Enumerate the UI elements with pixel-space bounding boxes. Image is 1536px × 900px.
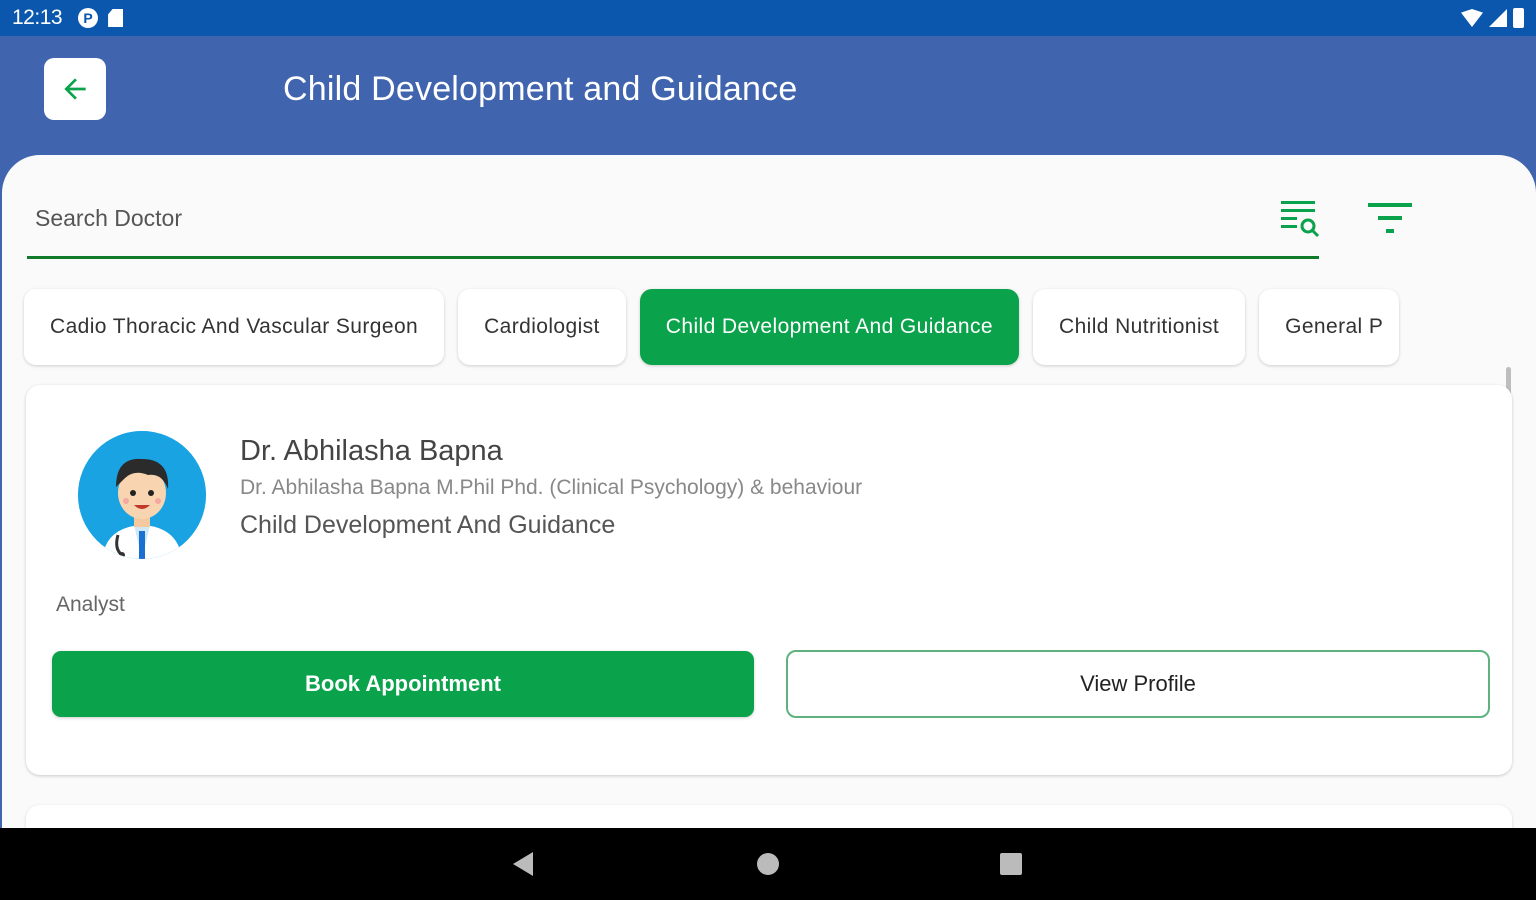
- nav-home-icon[interactable]: [757, 853, 779, 875]
- content-panel: Cadio Thoracic And Vascular Surgeon Card…: [2, 155, 1536, 828]
- nav-recents-icon[interactable]: [1000, 853, 1022, 875]
- battery-icon: [1513, 8, 1524, 28]
- p-icon: P: [78, 8, 99, 28]
- arrow-left-icon: [64, 78, 86, 100]
- doctor-card: Dr. Abhilasha Bapna Dr. Abhilasha Bapna …: [26, 385, 1512, 775]
- nav-back-icon[interactable]: [513, 852, 533, 876]
- chip-cadio-thoracic[interactable]: Cadio Thoracic And Vascular Surgeon: [24, 289, 445, 365]
- doctor-name: Dr. Abhilasha Bapna: [240, 435, 503, 467]
- chip-child-nutritionist[interactable]: Child Nutritionist: [1033, 289, 1246, 365]
- avatar: [78, 431, 206, 559]
- doctor-role: Analyst: [56, 593, 125, 616]
- doctor-specialty: Child Development And Guidance: [240, 511, 616, 539]
- chip-cardiologist[interactable]: Cardiologist: [458, 289, 626, 365]
- search-list-icon[interactable]: [1281, 199, 1321, 239]
- doctor-avatar-icon: [78, 431, 206, 559]
- chip-general[interactable]: General P: [1259, 289, 1400, 365]
- back-button[interactable]: [44, 58, 106, 120]
- view-profile-button[interactable]: View Profile: [786, 650, 1490, 718]
- status-time: 12:13: [12, 6, 63, 29]
- category-chips: Cadio Thoracic And Vascular Surgeon Card…: [24, 289, 1400, 369]
- page-title: Child Development and Guidance: [283, 70, 798, 108]
- sd-card-icon: [108, 9, 124, 27]
- search-input[interactable]: [27, 185, 1257, 251]
- search-bar: [27, 185, 1321, 259]
- signal-icon: [1489, 9, 1507, 27]
- next-doctor-card[interactable]: [26, 805, 1512, 828]
- wifi-icon: [1461, 9, 1483, 27]
- navigation-bar: [0, 828, 1536, 900]
- chip-child-development[interactable]: Child Development And Guidance: [639, 289, 1019, 365]
- status-right-icons: [1461, 8, 1524, 28]
- doctor-qualification: Dr. Abhilasha Bapna M.Phil Phd. (Clinica…: [240, 476, 863, 499]
- filter-icon[interactable]: [1368, 201, 1412, 235]
- book-appointment-button[interactable]: Book Appointment: [52, 651, 754, 717]
- status-left-icons: P: [78, 8, 124, 28]
- status-bar: 12:13 P: [0, 0, 1536, 36]
